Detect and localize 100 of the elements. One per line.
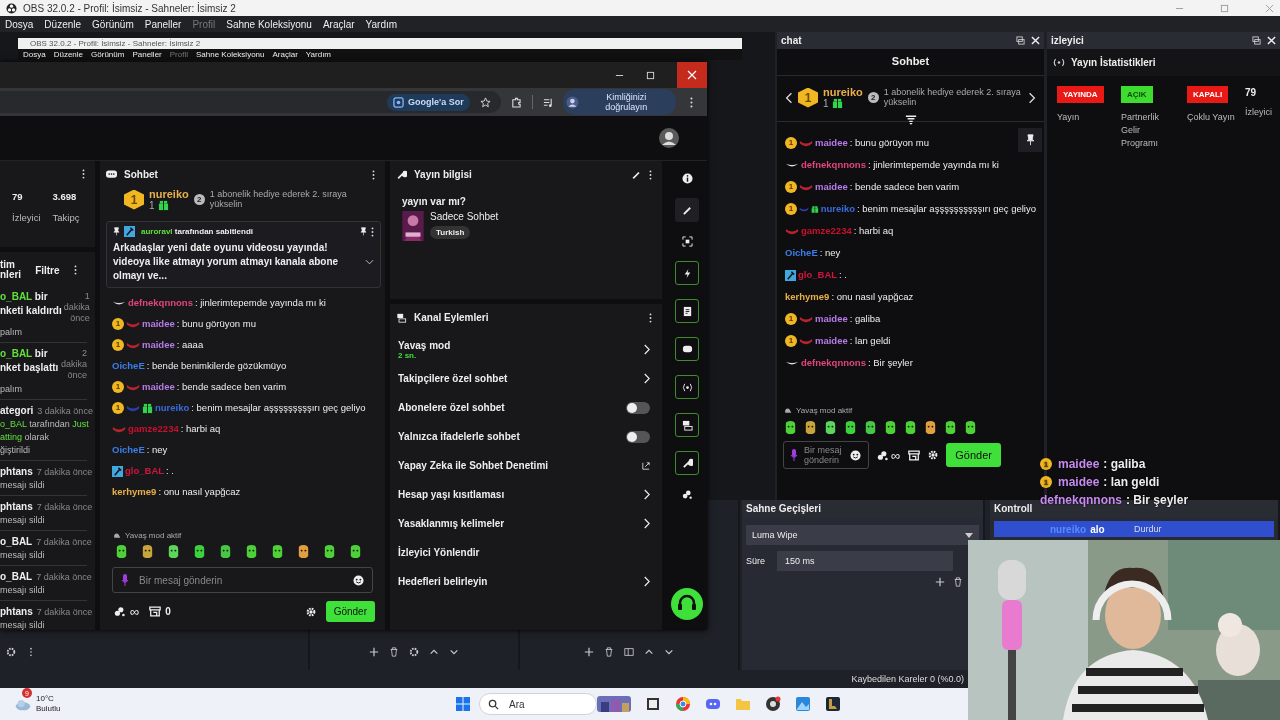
task-view-icon[interactable]	[645, 696, 661, 712]
chevron-right-icon[interactable]	[644, 373, 650, 384]
trash-icon[interactable]	[604, 647, 614, 657]
more-icon[interactable]	[649, 312, 652, 323]
external-link-icon[interactable]	[642, 461, 650, 470]
chat-icon[interactable]	[675, 337, 699, 361]
emote-icon[interactable]	[244, 544, 259, 559]
lightning-icon[interactable]	[675, 261, 699, 285]
chevron-left-icon[interactable]	[785, 90, 793, 105]
send-button[interactable]: Gönder	[946, 443, 1001, 467]
username[interactable]: defnekqnnons	[128, 296, 193, 310]
focus-icon[interactable]	[681, 236, 693, 247]
filter-button[interactable]: Filtre	[35, 264, 60, 276]
emote-icon[interactable]	[943, 420, 958, 435]
username[interactable]: kerhyme9	[785, 290, 830, 304]
more-icon[interactable]	[371, 226, 374, 237]
add-icon[interactable]	[369, 647, 379, 657]
emote-icon[interactable]	[843, 420, 858, 435]
edit-icon[interactable]	[631, 169, 642, 180]
media-icon[interactable]	[542, 96, 554, 108]
trash-icon[interactable]	[953, 577, 963, 587]
pin-icon[interactable]	[360, 227, 367, 236]
points-icon[interactable]	[681, 489, 693, 500]
emote-icon[interactable]	[192, 544, 207, 559]
game-launcher-icon[interactable]	[825, 696, 841, 712]
transition-dropdown[interactable]: Luma Wipe	[746, 525, 979, 545]
avatar[interactable]	[659, 128, 679, 148]
star-icon[interactable]	[479, 96, 491, 108]
menu-item[interactable]: Araçlar	[272, 50, 298, 59]
username[interactable]: nureiko	[155, 401, 190, 415]
store-icon[interactable]	[149, 606, 162, 617]
support-icon[interactable]	[671, 588, 703, 620]
close-button[interactable]	[677, 62, 707, 88]
emote-icon[interactable]	[863, 420, 878, 435]
username[interactable]: maidee	[142, 317, 175, 331]
emote-icon[interactable]	[783, 420, 798, 435]
username[interactable]: nureiko	[820, 202, 855, 216]
points-icon[interactable]	[114, 606, 126, 617]
emote-icon[interactable]	[296, 544, 311, 559]
camera-icon[interactable]	[675, 413, 699, 437]
menu-item[interactable]: Görünüm	[92, 18, 134, 30]
toggle-switch[interactable]	[626, 401, 650, 414]
emote-icon[interactable]	[963, 420, 978, 435]
username[interactable]: maidee	[815, 136, 848, 150]
message-field[interactable]: Bir mesaj gönderin	[783, 441, 869, 469]
settings-icon[interactable]	[6, 647, 16, 657]
chat-app-icon[interactable]	[705, 696, 721, 712]
trash-icon[interactable]	[389, 647, 399, 657]
more-icon[interactable]	[372, 169, 375, 180]
username[interactable]: maidee	[142, 338, 175, 352]
menu-item[interactable]: Yardım	[305, 50, 332, 59]
username[interactable]: defnekqnnons	[801, 356, 866, 370]
emoji-icon[interactable]	[353, 574, 364, 586]
photos-icon[interactable]	[795, 696, 811, 712]
points-icon[interactable]	[877, 449, 889, 461]
menu-item[interactable]: Görünüm	[91, 50, 125, 59]
chevron-right-icon[interactable]	[644, 344, 650, 355]
ask-google-button[interactable]: Google'a Sor	[387, 93, 470, 111]
chevron-up-icon[interactable]	[429, 647, 439, 657]
emote-icon[interactable]	[923, 420, 938, 435]
chevron-down-icon[interactable]	[449, 647, 459, 657]
tag[interactable]: Turkish	[430, 226, 471, 239]
username[interactable]: maidee	[815, 312, 848, 326]
add-icon[interactable]	[935, 577, 945, 587]
emoji-icon[interactable]	[850, 449, 861, 461]
menu-item[interactable]: Düzenle	[44, 18, 82, 30]
menu-item[interactable]: Paneller	[144, 18, 182, 30]
menu-item[interactable]: Paneller	[132, 50, 162, 59]
menu-item[interactable]: Düzenle	[53, 50, 84, 59]
menu-item[interactable]: Dosya	[5, 18, 34, 30]
emote-icon[interactable]	[218, 544, 233, 559]
extensions-icon[interactable]	[510, 96, 522, 108]
username[interactable]: defnekqnnons	[801, 158, 866, 172]
wrench-icon[interactable]	[675, 451, 699, 475]
emote-icon[interactable]	[322, 544, 337, 559]
chevron-down-icon[interactable]	[664, 647, 674, 657]
chevron-up-icon[interactable]	[644, 647, 654, 657]
send-button[interactable]: Gönder	[325, 601, 375, 622]
settings-icon[interactable]	[409, 647, 419, 657]
float-icon[interactable]	[1016, 36, 1025, 45]
username[interactable]: kerhyme9	[112, 485, 157, 499]
mic-icon[interactable]	[121, 574, 129, 586]
username[interactable]: glo_BAL	[798, 268, 838, 282]
menu-item[interactable]: Araçlar	[322, 18, 355, 30]
pin-button[interactable]	[1018, 128, 1042, 152]
duration-field[interactable]: 150 ms	[777, 551, 953, 571]
category-name[interactable]: Sadece Sohbet	[430, 211, 499, 222]
emote-icon[interactable]	[114, 544, 129, 559]
mic-icon[interactable]	[790, 449, 798, 461]
store-icon[interactable]	[908, 449, 921, 461]
emote-icon[interactable]	[140, 544, 155, 559]
username[interactable]: OicheE	[112, 359, 145, 373]
chevron-right-icon[interactable]	[644, 518, 650, 529]
toggle-switch[interactable]	[626, 430, 650, 443]
more-icon[interactable]	[82, 169, 85, 179]
chevron-right-icon[interactable]	[1028, 90, 1036, 105]
message-field[interactable]: Bir mesaj gönderin	[112, 567, 373, 593]
emote-icon[interactable]	[166, 544, 181, 559]
emote-icon[interactable]	[270, 544, 285, 559]
info-icon[interactable]	[681, 173, 693, 184]
